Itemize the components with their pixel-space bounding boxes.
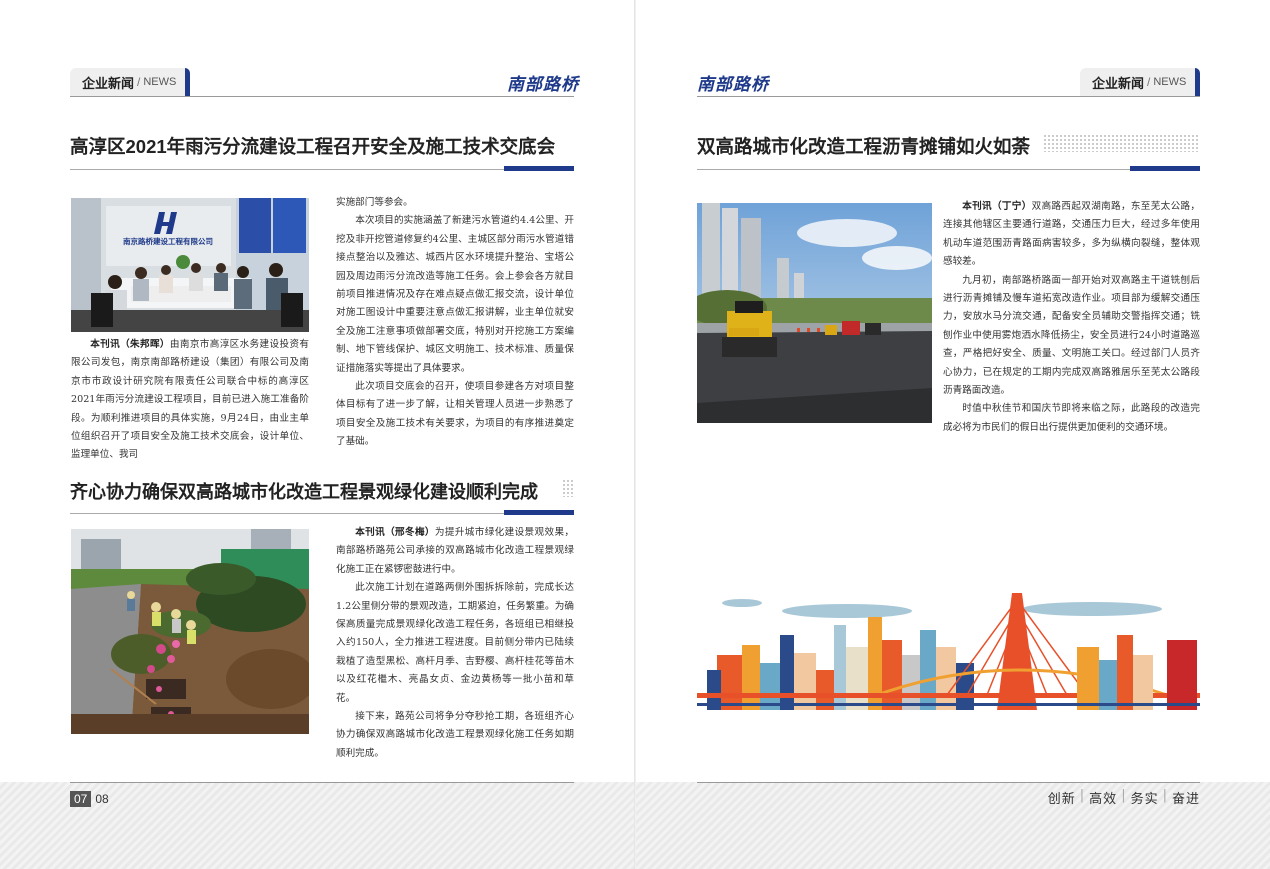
article1-col2: 实施部门等参会。 本次项目的实施涵盖了新建污水管道约4.4公里、开挖及非开挖管道… xyxy=(336,194,574,452)
article2-title-rule xyxy=(70,513,574,514)
footer-rule-left xyxy=(70,782,574,783)
slogan-divider: | xyxy=(1079,788,1086,803)
slogan-word: 高效 xyxy=(1089,792,1118,807)
article1-title-bar xyxy=(504,166,574,171)
page-number-right: 08 xyxy=(95,792,109,806)
tab-accent xyxy=(1195,68,1200,96)
asphalt-paving-photo xyxy=(697,203,932,423)
article3-byline: 本刊讯（丁宁） xyxy=(962,201,1032,212)
photo-sign-text: 南京路桥建设工程有限公司 xyxy=(123,236,213,246)
article1-col1: 本刊讯（朱邦晖）由南京市高淳区水务建设投资有限公司发包，南京南部路桥建设（集团）… xyxy=(71,336,309,465)
article1-paragraph3: 此次项目交底会的召开，使项目参建各方对项目整体目标有了进一步了解，让相关管理人员… xyxy=(336,381,574,448)
article2-title-dots xyxy=(562,479,574,497)
slogan-word: 奋进 xyxy=(1171,792,1200,807)
left-section-tab: 企业新闻 / NEWS xyxy=(70,68,190,96)
slogan-divider: | xyxy=(1121,788,1127,803)
section-separator: / xyxy=(1147,75,1151,89)
article2-title: 齐心协力确保双高路城市化改造工程景观绿化建设顺利完成 xyxy=(70,482,538,502)
article3-text: 本刊讯（丁宁）双高路西起双湖南路，东至芜太公路，连接其他辖区主要通行道路，交通压… xyxy=(943,198,1200,437)
section-label: 企业新闻 xyxy=(1092,75,1145,91)
article1-lead: 由南京市高淳区水务建设投资有限公司发包，南京南部路桥建设（集团）有限公司及南京市… xyxy=(71,339,310,461)
footer-slogan: 创新 | 高效 | 务实 | 奋进 xyxy=(1048,788,1200,807)
page-number-left: 07 xyxy=(70,791,92,807)
article2-title-bar xyxy=(504,510,574,515)
article2-paragraph2: 此次施工计划在道路两侧外围拆拆除前，完成长达1.2公里侧分带的景观改造，工期紧迫… xyxy=(336,582,574,704)
article1-paragraph2: 本次项目的实施涵盖了新建污水管道约4.4公里、开挖及非开挖管道修复约4公里、主城… xyxy=(336,215,574,374)
article1-byline: 本刊讯（朱邦晖） xyxy=(90,339,170,350)
slogan-word: 创新 xyxy=(1047,792,1076,807)
article1-title-rule xyxy=(70,169,574,170)
slogan-divider: | xyxy=(1162,788,1168,803)
magazine-spread: 企业新闻 / NEWS 南部路桥 南部路桥 企业新闻 / NEWS 高淳区202… xyxy=(0,0,1270,869)
section-separator: / xyxy=(137,75,141,89)
right-header-rule xyxy=(697,96,1200,97)
section-label-en: NEWS xyxy=(143,76,177,88)
section-label: 企业新闻 xyxy=(82,75,135,91)
article2-paragraph3: 接下来，路苑公司将争分夺秒抢工期，各班组齐心协力确保双高路城市化改造工程景观绿化… xyxy=(336,711,574,759)
slogan-word: 务实 xyxy=(1130,792,1159,807)
article1-continued: 实施部门等参会。 xyxy=(336,197,413,208)
left-header-rule xyxy=(70,96,574,97)
footer-rule-right xyxy=(697,782,1200,783)
article1-title: 高淳区2021年雨污分流建设工程召开安全及施工技术交底会 xyxy=(70,136,556,157)
page-numbers: 07 08 xyxy=(70,791,113,807)
article3-paragraph2: 九月初，南部路桥路面一部开始对双高路主干道铣刨后进行沥青摊铺及慢车道拓宽改造作业… xyxy=(943,274,1200,397)
landscaping-photo xyxy=(71,529,309,734)
tab-accent xyxy=(185,68,190,96)
cityscape-illustration xyxy=(697,585,1200,720)
article3-title: 双高路城市化改造工程沥青摊铺如火如荼 xyxy=(697,136,1031,157)
article2-byline: 本刊讯（邢冬梅） xyxy=(355,527,435,538)
section-label-en: NEWS xyxy=(1153,76,1187,88)
article3-title-rule xyxy=(697,169,1200,170)
brand-logo-left: 南部路桥 xyxy=(507,75,579,95)
article3-title-dots xyxy=(1043,134,1200,152)
brand-logo-right: 南部路桥 xyxy=(697,75,769,95)
article2-text: 本刊讯（邢冬梅）为提升城市绿化建设景观效果，南部路桥路苑公司承接的双高路城市化改… xyxy=(336,524,574,763)
article3-paragraph3: 时值中秋佳节和国庆节即将来临之际，此路段的改造完成必将为市民们的假日出行提供更加… xyxy=(943,403,1200,433)
meeting-photo: 南京路桥建设工程有限公司 xyxy=(71,198,309,332)
page-fold xyxy=(634,0,636,869)
article3-title-bar xyxy=(1130,166,1200,171)
right-section-tab: 企业新闻 / NEWS xyxy=(1080,68,1200,96)
